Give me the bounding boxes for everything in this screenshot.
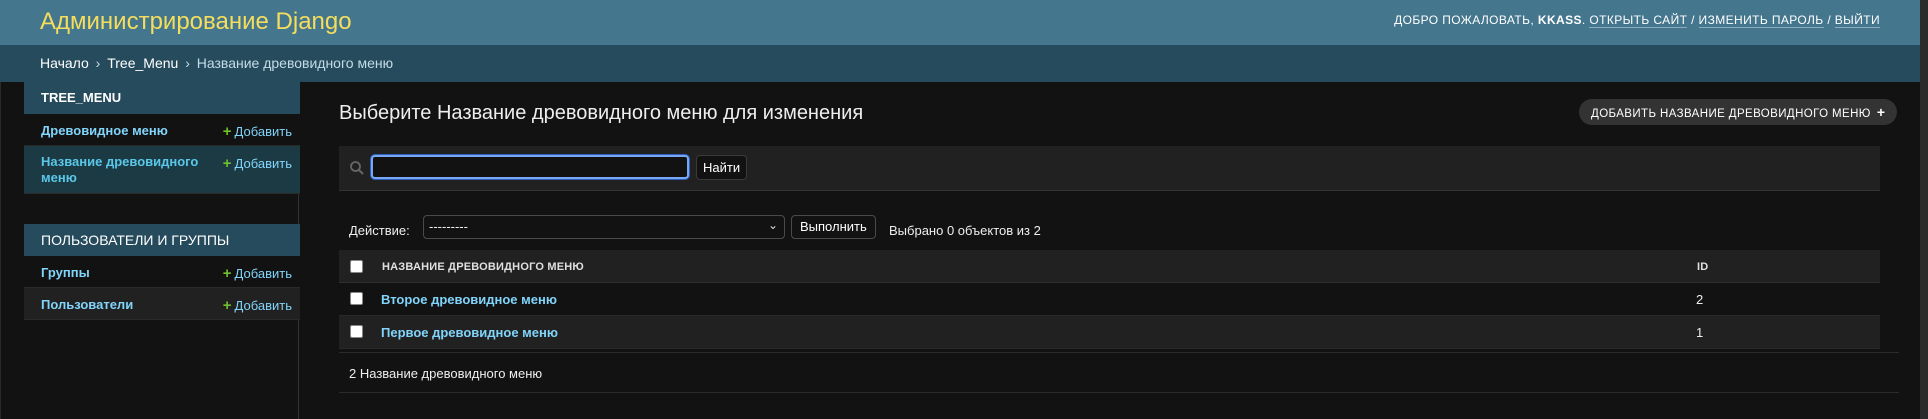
search-button[interactable]: Найти: [696, 155, 748, 180]
sidebar-item-groups[interactable]: Группы + Добавить: [24, 256, 300, 288]
add-label: Добавить: [234, 156, 292, 171]
row-link[interactable]: Первое древовидное меню: [381, 325, 558, 340]
sidebar-item-users[interactable]: Пользователи + Добавить: [24, 288, 300, 320]
nav-sidebar: TREE_MENU Древовидное меню + Добавить Наз…: [0, 82, 300, 419]
table-header: Название древовидного меню ID: [339, 250, 1880, 283]
column-header-id[interactable]: ID: [1697, 261, 1708, 273]
row-id: 1: [1696, 325, 1704, 340]
welcome-text: Добро пожаловать,: [1394, 13, 1535, 27]
username: KKASS: [1537, 13, 1582, 27]
scrollbar[interactable]: [1920, 0, 1928, 419]
actions-bar: Действие: --------- ⌄ Выполнить Выбрано …: [339, 212, 1880, 248]
logout-link[interactable]: Выйти: [1834, 13, 1880, 28]
add-label: Добавить: [234, 266, 292, 281]
sidebar-item-tree-menu[interactable]: Древовидное меню + Добавить: [24, 114, 300, 146]
run-action-button[interactable]: Выполнить: [791, 215, 876, 239]
add-object-button[interactable]: Добавить Название древовидного меню +: [1579, 99, 1898, 125]
add-label: Добавить: [234, 298, 292, 313]
search-input[interactable]: [371, 155, 689, 179]
results-table: Название древовидного меню ID Второе дре…: [339, 250, 1880, 349]
row-link[interactable]: Второе древовидное меню: [381, 292, 557, 307]
select-all-checkbox[interactable]: [350, 260, 363, 273]
breadcrumb-separator: ›: [95, 55, 101, 71]
add-link[interactable]: + Добавить: [223, 265, 292, 282]
header: Администрирование Django Добро пожаловат…: [0, 0, 1928, 45]
plus-icon: +: [222, 123, 232, 140]
row-checkbox[interactable]: [350, 292, 363, 305]
sidebar-item-label[interactable]: Название древовидного меню: [41, 154, 201, 186]
separator: /: [1691, 13, 1695, 27]
page-title: Выберите Название древовидного меню для …: [339, 102, 864, 124]
chevron-down-icon: ⌄: [767, 218, 778, 232]
row-checkbox[interactable]: [350, 325, 363, 338]
add-link[interactable]: + Добавить: [223, 123, 292, 140]
breadcrumb: Начало › Tree_Menu › Название древовидно…: [0, 45, 1928, 82]
add-label: Добавить: [234, 124, 292, 139]
module-caption[interactable]: TREE_MENU: [24, 82, 300, 114]
user-tools: Добро пожаловать, KKASS. Открыть сайт / …: [1394, 13, 1880, 28]
module-caption[interactable]: ПОЛЬЗОВАТЕЛИ И ГРУППЫ: [24, 224, 300, 256]
add-link[interactable]: + Добавить: [223, 155, 292, 172]
module-auth: ПОЛЬЗОВАТЕЛИ И ГРУППЫ Группы + Добавить П…: [24, 224, 300, 320]
breadcrumb-home[interactable]: Начало: [40, 55, 89, 71]
row-id: 2: [1696, 292, 1704, 307]
sidebar-item-label[interactable]: Группы: [41, 265, 201, 281]
sidebar-item-label[interactable]: Древовидное меню: [41, 123, 201, 139]
selection-counter: Выбрано 0 объектов из 2: [889, 223, 1041, 238]
action-select-value: ---------: [429, 219, 468, 234]
breadcrumb-current: Название древовидного меню: [196, 55, 394, 71]
action-label: Действие:: [349, 223, 410, 238]
breadcrumb-separator: ›: [185, 55, 190, 71]
plus-icon: +: [1876, 104, 1886, 120]
sidebar-item-label[interactable]: Пользователи: [41, 297, 201, 313]
table-row: Второе древовидное меню 2: [339, 283, 1880, 316]
module-tree-menu: TREE_MENU Древовидное меню + Добавить Наз…: [24, 82, 300, 194]
breadcrumb-app[interactable]: Tree_Menu: [107, 55, 178, 71]
paginator: 2 Название древовидного меню: [339, 352, 1899, 393]
add-object-label: Добавить Название древовидного меню: [1591, 108, 1871, 120]
column-header-name[interactable]: Название древовидного меню: [382, 261, 584, 273]
plus-icon: +: [222, 297, 232, 314]
table-row: Первое древовидное меню 1: [339, 316, 1880, 349]
action-select[interactable]: --------- ⌄: [423, 215, 785, 239]
search-toolbar: Найти: [339, 146, 1880, 191]
search-icon: [350, 161, 364, 175]
site-brand[interactable]: Администрирование Django: [40, 8, 352, 36]
view-site-link[interactable]: Открыть сайт: [1589, 13, 1688, 28]
separator: /: [1827, 13, 1832, 27]
add-link[interactable]: + Добавить: [223, 297, 292, 314]
plus-icon: +: [222, 155, 232, 172]
plus-icon: +: [222, 265, 232, 282]
sidebar-item-tree-menu-name[interactable]: Название древовидного меню + Добавить: [24, 146, 300, 194]
change-password-link[interactable]: Изменить пароль: [1698, 13, 1824, 28]
